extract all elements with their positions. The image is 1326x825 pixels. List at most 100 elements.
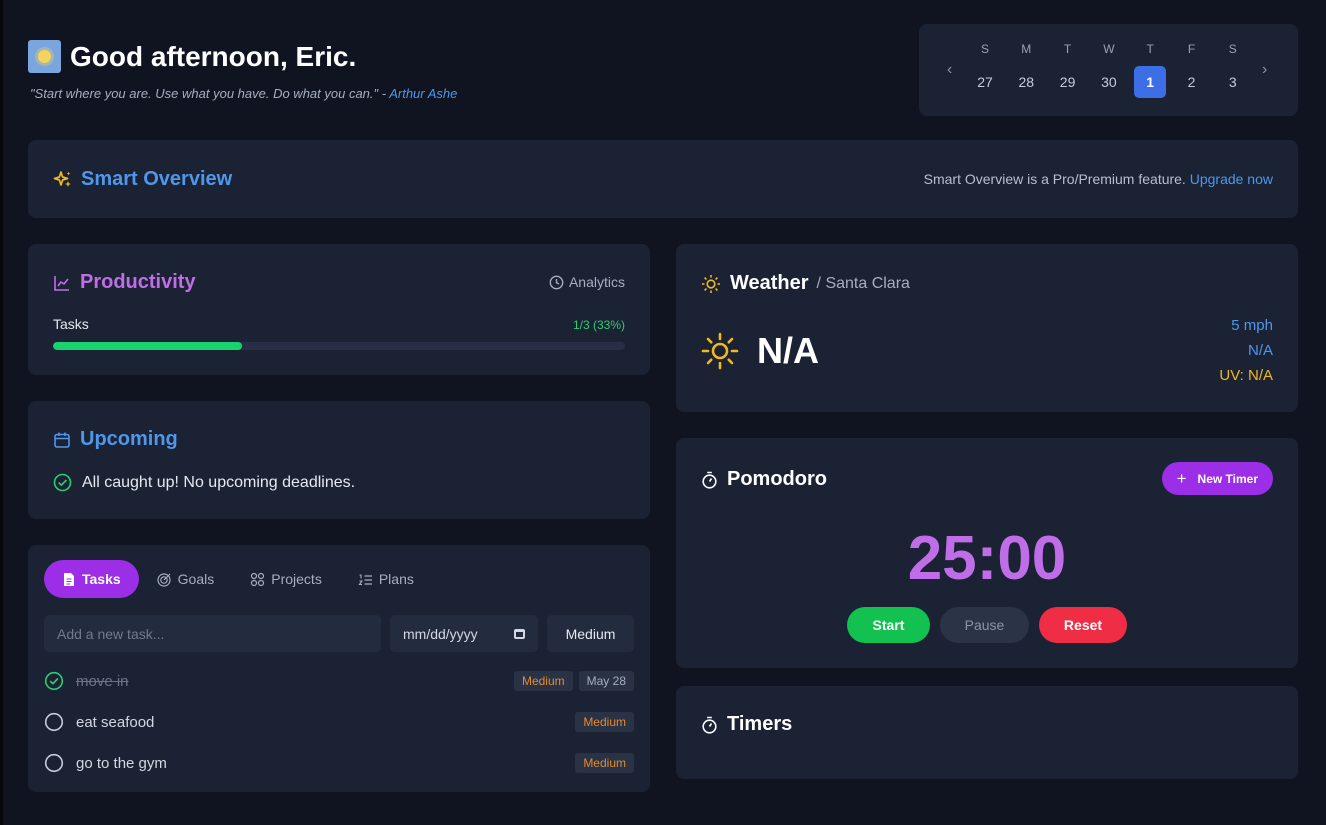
calendar-weekday: S bbox=[1228, 42, 1237, 56]
pomodoro-controls: Start Pause Reset bbox=[676, 607, 1298, 643]
due-date-badge: May 28 bbox=[578, 671, 634, 691]
tasks-panel: Tasks Goals Projects Plans Add a new tas… bbox=[28, 545, 650, 792]
check-circle-icon[interactable] bbox=[44, 671, 64, 691]
stopwatch-icon bbox=[702, 471, 717, 489]
pro-feature-text: Smart Overview is a Pro/Premium feature. bbox=[923, 171, 1186, 187]
weather-title: Weather bbox=[730, 272, 809, 294]
window-edge bbox=[0, 0, 3, 825]
chevron-right-icon[interactable]: › bbox=[1262, 62, 1267, 78]
tasks-progress-label: Tasks bbox=[53, 316, 89, 332]
timers-heading: Timers bbox=[701, 713, 792, 736]
timers-title: Timers bbox=[727, 713, 793, 735]
due-date-input[interactable]: mm/dd/yyyy bbox=[390, 615, 538, 652]
quote-author: Arthur Ashe bbox=[389, 86, 458, 101]
weather-temperature: N/A bbox=[757, 330, 819, 371]
target-icon bbox=[157, 572, 171, 587]
start-button[interactable]: Start bbox=[847, 607, 930, 643]
smart-overview-card: Smart Overview Smart Overview is a Pro/P… bbox=[28, 140, 1298, 218]
new-timer-label: New Timer bbox=[1197, 471, 1258, 486]
new-timer-button[interactable]: + New Timer bbox=[1161, 462, 1273, 495]
smart-overview-note: Smart Overview is a Pro/Premium feature.… bbox=[924, 171, 1273, 187]
upcoming-heading: Upcoming bbox=[53, 428, 178, 451]
weather-uv: UV: N/A bbox=[1219, 367, 1273, 384]
week-calendar: ‹ › S 27 M 28 T 29 W 30 T 1 F 2 S 3 bbox=[919, 24, 1298, 116]
calendar-weekday: T bbox=[1146, 42, 1154, 56]
priority-badge: Medium bbox=[575, 712, 634, 732]
task-item: go to the gym Medium bbox=[44, 751, 634, 775]
pause-button[interactable]: Pause bbox=[940, 607, 1029, 643]
priority-badge: Medium bbox=[575, 753, 634, 773]
plus-icon: + bbox=[1176, 468, 1187, 488]
line-chart-icon bbox=[54, 275, 69, 291]
calendar-day[interactable]: 29 bbox=[1052, 66, 1084, 98]
tab-goals[interactable]: Goals bbox=[139, 560, 233, 598]
sun-emoji-icon bbox=[28, 40, 61, 73]
productivity-title: Productivity bbox=[80, 271, 196, 293]
weather-card: Weather / Santa Clara N/A 5 mph N/A UV: … bbox=[676, 244, 1298, 412]
pomodoro-card: Pomodoro + New Timer 25:00 Start Pause R… bbox=[676, 438, 1298, 668]
reset-button[interactable]: Reset bbox=[1039, 607, 1127, 643]
stopwatch-icon bbox=[702, 716, 717, 734]
clock-icon bbox=[549, 275, 564, 289]
calendar-day[interactable]: 1 bbox=[1134, 66, 1167, 98]
calendar-weekday: S bbox=[980, 42, 989, 56]
task-text: eat seafood bbox=[76, 713, 155, 731]
timers-card: Timers bbox=[676, 686, 1298, 779]
weather-humidity: N/A bbox=[1247, 342, 1273, 359]
quote-text: "Start where you are. Use what you have.… bbox=[30, 86, 387, 101]
tab-tasks[interactable]: Tasks bbox=[44, 560, 139, 598]
chevron-left-icon[interactable]: ‹ bbox=[947, 62, 952, 78]
empty-circle-icon[interactable] bbox=[44, 753, 64, 773]
tasks-progress-fill bbox=[53, 342, 242, 350]
calendar-day[interactable]: 28 bbox=[1010, 66, 1042, 98]
task-text: go to the gym bbox=[76, 754, 167, 772]
pomodoro-time: 25:00 bbox=[907, 524, 1067, 593]
upcoming-empty-message: All caught up! No upcoming deadlines. bbox=[53, 473, 355, 492]
empty-circle-icon[interactable] bbox=[44, 712, 64, 732]
tab-plans[interactable]: Plans bbox=[340, 560, 432, 598]
priority-select[interactable]: Medium bbox=[547, 615, 634, 652]
grid-icon bbox=[251, 572, 265, 586]
calendar-weekday: W bbox=[1103, 42, 1115, 56]
tab-plans-label: Plans bbox=[378, 571, 414, 587]
calendar-day[interactable]: 3 bbox=[1217, 66, 1249, 98]
upgrade-link[interactable]: Upgrade now bbox=[1190, 171, 1273, 187]
daily-quote: "Start where you are. Use what you have.… bbox=[30, 86, 457, 101]
due-date-placeholder: mm/dd/yyyy bbox=[403, 625, 478, 642]
calendar-day[interactable]: 30 bbox=[1093, 66, 1125, 98]
task-item: eat seafood Medium bbox=[44, 710, 634, 734]
tab-tasks-label: Tasks bbox=[82, 571, 121, 587]
weather-current: N/A bbox=[701, 330, 819, 372]
tasks-progress-value: 1/3 (33%) bbox=[572, 318, 625, 332]
greeting-row: Good afternoon, Eric. bbox=[28, 40, 356, 73]
calendar-weekday: T bbox=[1063, 42, 1072, 56]
smart-overview-title: Smart Overview bbox=[81, 168, 233, 190]
upcoming-card: Upcoming All caught up! No upcoming dead… bbox=[28, 401, 650, 519]
tab-projects-label: Projects bbox=[271, 571, 322, 587]
new-task-input[interactable] bbox=[44, 615, 381, 652]
upcoming-title: Upcoming bbox=[80, 428, 178, 450]
analytics-label: Analytics bbox=[568, 274, 625, 290]
numbered-list-icon bbox=[358, 573, 372, 585]
calendar-day[interactable]: 2 bbox=[1176, 66, 1208, 98]
task-text: move in bbox=[76, 672, 129, 690]
pomodoro-heading: Pomodoro bbox=[701, 468, 827, 491]
task-item: move in Medium May 28 bbox=[44, 669, 634, 693]
priority-badge: Medium bbox=[513, 671, 573, 691]
pomodoro-title: Pomodoro bbox=[727, 468, 827, 490]
calendar-day[interactable]: 27 bbox=[969, 66, 1001, 98]
calendar-picker-icon[interactable] bbox=[514, 628, 525, 639]
document-icon bbox=[64, 572, 74, 586]
weather-location: / Santa Clara bbox=[816, 274, 910, 292]
smart-overview-heading: Smart Overview bbox=[53, 168, 232, 191]
check-circle-icon bbox=[53, 473, 72, 492]
tasks-progress-bar bbox=[53, 342, 625, 350]
analytics-link[interactable]: Analytics bbox=[549, 274, 625, 290]
tab-goals-label: Goals bbox=[177, 571, 215, 587]
sun-large-icon bbox=[701, 332, 739, 370]
calendar-weekday: F bbox=[1187, 42, 1196, 56]
greeting-title: Good afternoon, Eric. bbox=[70, 40, 357, 72]
tab-projects[interactable]: Projects bbox=[232, 560, 340, 598]
productivity-heading: Productivity bbox=[53, 271, 196, 294]
upcoming-message-text: All caught up! No upcoming deadlines. bbox=[82, 473, 356, 491]
